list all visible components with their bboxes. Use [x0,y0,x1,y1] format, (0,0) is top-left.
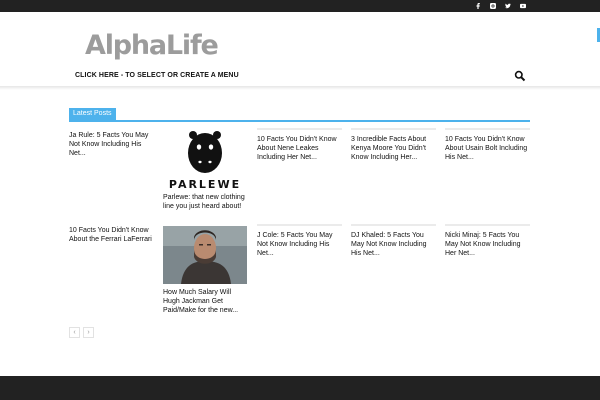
post-item[interactable]: How Much Salary Will Hugh Jackman Get Pa… [163,288,248,315]
site-logo[interactable]: AlphaLife [85,30,219,61]
top-bar [0,0,600,12]
post-title[interactable]: 10 Facts You Didn't Know About Usain Bol… [445,135,530,162]
post-item[interactable]: Nicki Minaj: 5 Facts You May Not Know In… [445,224,530,258]
post-item[interactable]: 3 Incredible Facts About Kenya Moore You… [351,128,436,162]
post-title[interactable]: DJ Khaled: 5 Facts You May Not Know Incl… [351,231,436,258]
post-item[interactable]: Parlewe: that new clothing line you just… [163,193,248,211]
youtube-icon[interactable] [515,1,530,11]
search-icon[interactable] [514,70,526,82]
post-title[interactable]: 3 Incredible Facts About Kenya Moore You… [351,135,436,162]
post-thumb-placeholder [257,128,342,130]
thumbnail-brand-text: PARLEWE [168,178,242,189]
header-divider [0,86,600,90]
site-header: AlphaLife CLICK HERE - TO SELECT OR CREA… [0,12,600,88]
facebook-icon[interactable] [470,1,485,11]
post-title[interactable]: 10 Facts You Didn't Know About Nene Leak… [257,135,342,162]
post-thumbnail-hugh-jackman[interactable] [163,226,247,284]
twitter-icon[interactable] [500,1,515,11]
site-footer [0,376,600,400]
block-title: Latest Posts [69,108,116,120]
post-thumbnail-parlewe[interactable]: PARLEWE [163,128,247,189]
post-title[interactable]: J Cole: 5 Facts You May Not Know Includi… [257,231,342,258]
post-item[interactable]: Ja Rule: 5 Facts You May Not Know Includ… [69,131,154,158]
post-title[interactable]: How Much Salary Will Hugh Jackman Get Pa… [163,288,248,315]
latest-posts-header: Latest Posts [69,108,530,122]
post-title[interactable]: Ja Rule: 5 Facts You May Not Know Includ… [69,131,154,158]
post-item[interactable]: 10 Facts You Didn't Know About Nene Leak… [257,128,342,162]
post-thumb-placeholder [351,224,436,226]
post-item[interactable]: 10 Facts You Didn't Know About Usain Bol… [445,128,530,162]
post-thumb-placeholder [445,128,530,130]
menu-placeholder-link[interactable]: CLICK HERE - TO SELECT OR CREATE A MENU [75,72,239,79]
portrait-photo-icon [163,226,247,284]
post-item[interactable]: J Cole: 5 Facts You May Not Know Includi… [257,224,342,258]
post-title[interactable]: Parlewe: that new clothing line you just… [163,193,248,211]
prev-page-button[interactable]: ‹ [69,327,80,338]
pagination: ‹ › [69,327,94,338]
post-thumb-placeholder [445,224,530,226]
post-thumb-placeholder [351,128,436,130]
post-item[interactable]: 10 Facts You Didn't Know About the Ferra… [69,226,154,244]
post-item[interactable]: DJ Khaled: 5 Facts You May Not Know Incl… [351,224,436,258]
next-page-button[interactable]: › [83,327,94,338]
post-title[interactable]: Nicki Minaj: 5 Facts You May Not Know In… [445,231,530,258]
post-thumb-placeholder [257,224,342,226]
social-icons [470,1,530,11]
post-title[interactable]: 10 Facts You Didn't Know About the Ferra… [69,226,154,244]
instagram-icon[interactable] [485,1,500,11]
